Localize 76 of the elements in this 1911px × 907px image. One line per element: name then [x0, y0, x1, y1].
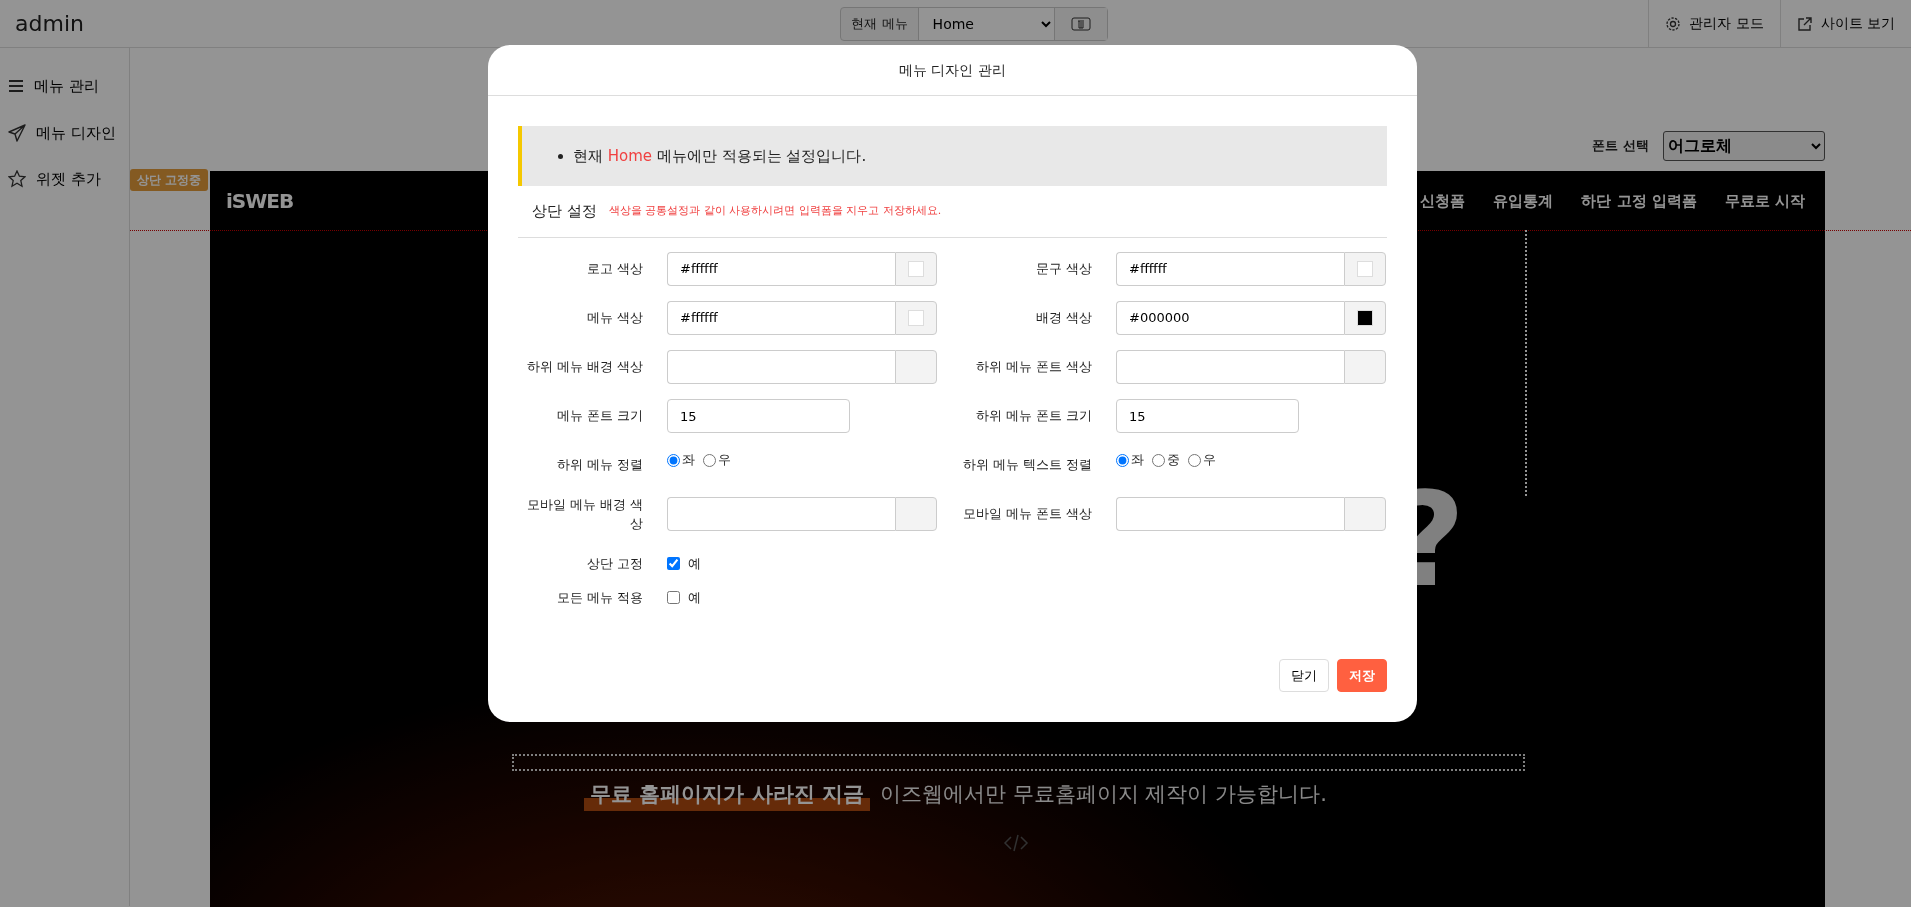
radio-button[interactable]: [1188, 453, 1201, 467]
color-text-field[interactable]: [1116, 350, 1344, 384]
number-field[interactable]: 15: [667, 399, 850, 433]
color-picker-button[interactable]: [1344, 350, 1386, 384]
radio-button[interactable]: [1116, 453, 1129, 467]
radio-button[interactable]: [703, 453, 716, 467]
field-label: 로고 색상: [585, 260, 644, 279]
tagline-text: 이즈웹에서만 무료홈페이지 제작이 가능합니다.: [880, 781, 1327, 808]
radio-button[interactable]: [667, 453, 680, 467]
trash-icon: [1070, 16, 1091, 31]
color-text-field[interactable]: [1116, 497, 1344, 531]
color-text-field[interactable]: [667, 350, 895, 384]
section-title: 상단 설정: [532, 201, 597, 222]
option-label: 예: [688, 588, 701, 607]
sidebar-item[interactable]: 메뉴 디자인: [0, 109, 129, 156]
checkbox[interactable]: [667, 591, 680, 604]
option-label: 우: [1203, 451, 1216, 470]
field-label: 모바일 메뉴 폰트 색상: [961, 505, 1093, 524]
option-label: 예: [688, 554, 701, 573]
modal-title: 메뉴 디자인 관리: [488, 45, 1417, 96]
font-select-label: 폰트 선택: [1592, 136, 1649, 155]
external-link-icon: [1796, 15, 1813, 32]
app-title: admin: [14, 10, 85, 38]
sidebar-item[interactable]: 메뉴 관리: [0, 63, 129, 110]
star-icon: [8, 170, 26, 189]
field-label: 메뉴 색상: [585, 309, 644, 328]
field-label: 하위 메뉴 텍스트 정렬: [961, 456, 1093, 475]
field-label: 메뉴 폰트 크기: [555, 407, 644, 426]
section-hint: 색상을 공통설정과 같이 사용하시려면 입력폼을 지우고 저장하세요.: [608, 203, 942, 219]
field-label: 하위 메뉴 폰트 색상: [974, 358, 1093, 377]
paper-plane-icon: [8, 123, 26, 142]
notice-text: 현재 Home 메뉴에만 적용되는 설정입니다.: [573, 145, 867, 167]
color-picker-button[interactable]: [1344, 497, 1386, 531]
bullet-icon: [558, 153, 563, 159]
current-menu-label: 현재 메뉴: [841, 7, 919, 40]
code-icon: [1003, 833, 1029, 853]
field-label: 모바일 메뉴 배경 색상: [525, 495, 644, 533]
field-label: 모든 메뉴 적용: [555, 588, 644, 607]
close-button[interactable]: 닫기: [1279, 658, 1329, 692]
option-label: 중: [1167, 451, 1180, 470]
site-logo: iSWEB: [226, 188, 294, 215]
gear-icon: [1665, 15, 1682, 32]
color-text-field[interactable]: #000000: [1116, 301, 1344, 335]
color-picker-button[interactable]: [1344, 301, 1386, 335]
option-label: 좌: [1131, 451, 1144, 470]
field-label: 배경 색상: [1034, 309, 1093, 328]
field-label: 하위 메뉴 배경 색상: [525, 358, 644, 377]
field-label: 하위 메뉴 정렬: [555, 456, 644, 475]
font-select[interactable]: 어그로체: [1663, 130, 1825, 161]
color-text-field[interactable]: #ffffff: [667, 301, 895, 335]
number-field[interactable]: 15: [1116, 399, 1299, 433]
menu-icon: [8, 79, 24, 94]
option-label: 좌: [682, 451, 695, 470]
field-label: 하위 메뉴 폰트 크기: [974, 407, 1093, 426]
color-picker-button[interactable]: [895, 252, 937, 286]
color-picker-button[interactable]: [1344, 252, 1386, 286]
color-text-field[interactable]: #ffffff: [1116, 252, 1344, 286]
field-label: 상단 고정: [585, 554, 644, 573]
nav-link[interactable]: 신청폼: [1420, 189, 1466, 213]
nav-link[interactable]: 무료로 시작: [1724, 189, 1805, 213]
color-picker-button[interactable]: [895, 301, 937, 335]
menu-select[interactable]: Home: [918, 7, 1055, 40]
nav-link[interactable]: 하단 고정 입력폼: [1581, 189, 1697, 213]
field-label: 문구 색상: [1034, 260, 1093, 279]
view-site-button[interactable]: 사이트 보기: [1779, 0, 1911, 48]
checkbox[interactable]: [667, 557, 680, 570]
nav-link[interactable]: 유입통계: [1493, 189, 1554, 213]
status-badge: 상단 고정중: [130, 169, 209, 191]
color-picker-button[interactable]: [895, 350, 937, 384]
color-text-field[interactable]: #ffffff: [667, 252, 895, 286]
sidebar-item[interactable]: 위젯 추가: [0, 156, 129, 203]
option-label: 우: [718, 451, 731, 470]
color-picker-button[interactable]: [895, 497, 937, 531]
radio-button[interactable]: [1152, 453, 1165, 467]
admin-mode-button[interactable]: 관리자 모드: [1648, 0, 1780, 48]
color-text-field[interactable]: [667, 497, 895, 531]
